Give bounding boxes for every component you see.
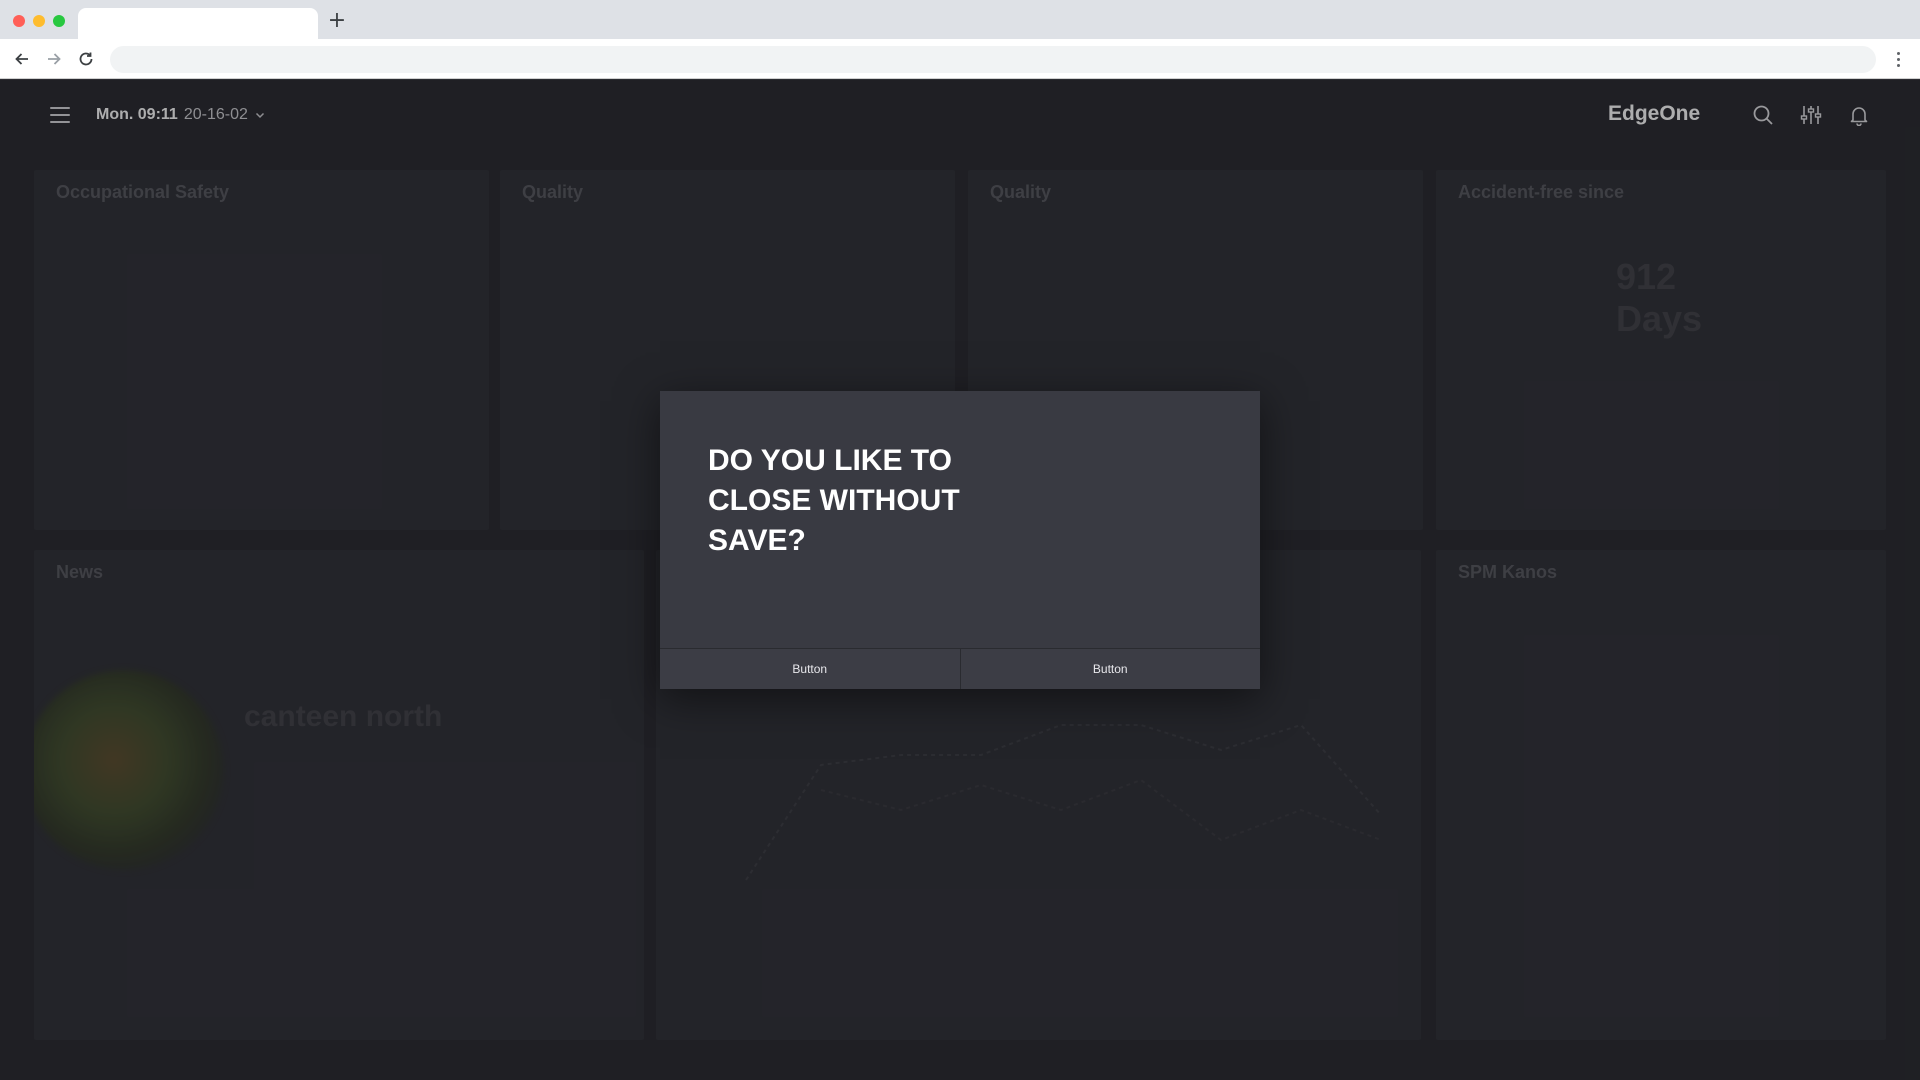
minimize-window-button[interactable] [33, 15, 45, 27]
close-window-button[interactable] [13, 15, 25, 27]
app-root: Mon. 09:11 20-16-02 EdgeOne Occupational… [0, 80, 1920, 1080]
browser-toolbar [0, 39, 1920, 79]
reload-button[interactable] [74, 47, 98, 71]
dialog-title: DO YOU LIKE TO CLOSE WITHOUT SAVE? [708, 444, 960, 557]
reload-icon [79, 52, 93, 66]
arrow-right-icon [48, 53, 61, 65]
forward-button[interactable] [42, 47, 66, 71]
kebab-dot [1896, 63, 1900, 67]
window-controls [13, 15, 65, 27]
address-bar[interactable] [110, 46, 1876, 73]
dialog-button-left[interactable]: Button [660, 649, 960, 689]
arrow-left-icon [15, 53, 28, 65]
kebab-dot [1896, 51, 1900, 55]
new-tab-button[interactable]: + [326, 8, 348, 34]
dialog-actions: Button Button [660, 648, 1260, 689]
browser-menu-button[interactable] [1890, 48, 1906, 70]
back-button[interactable] [10, 47, 34, 71]
maximize-window-button[interactable] [53, 15, 65, 27]
browser-tab-bar: + [0, 0, 1920, 39]
kebab-dot [1896, 57, 1900, 61]
confirm-close-dialog: DO YOU LIKE TO CLOSE WITHOUT SAVE? Butto… [660, 391, 1260, 689]
dialog-button-right[interactable]: Button [959, 649, 1260, 689]
browser-tab[interactable] [78, 8, 318, 39]
